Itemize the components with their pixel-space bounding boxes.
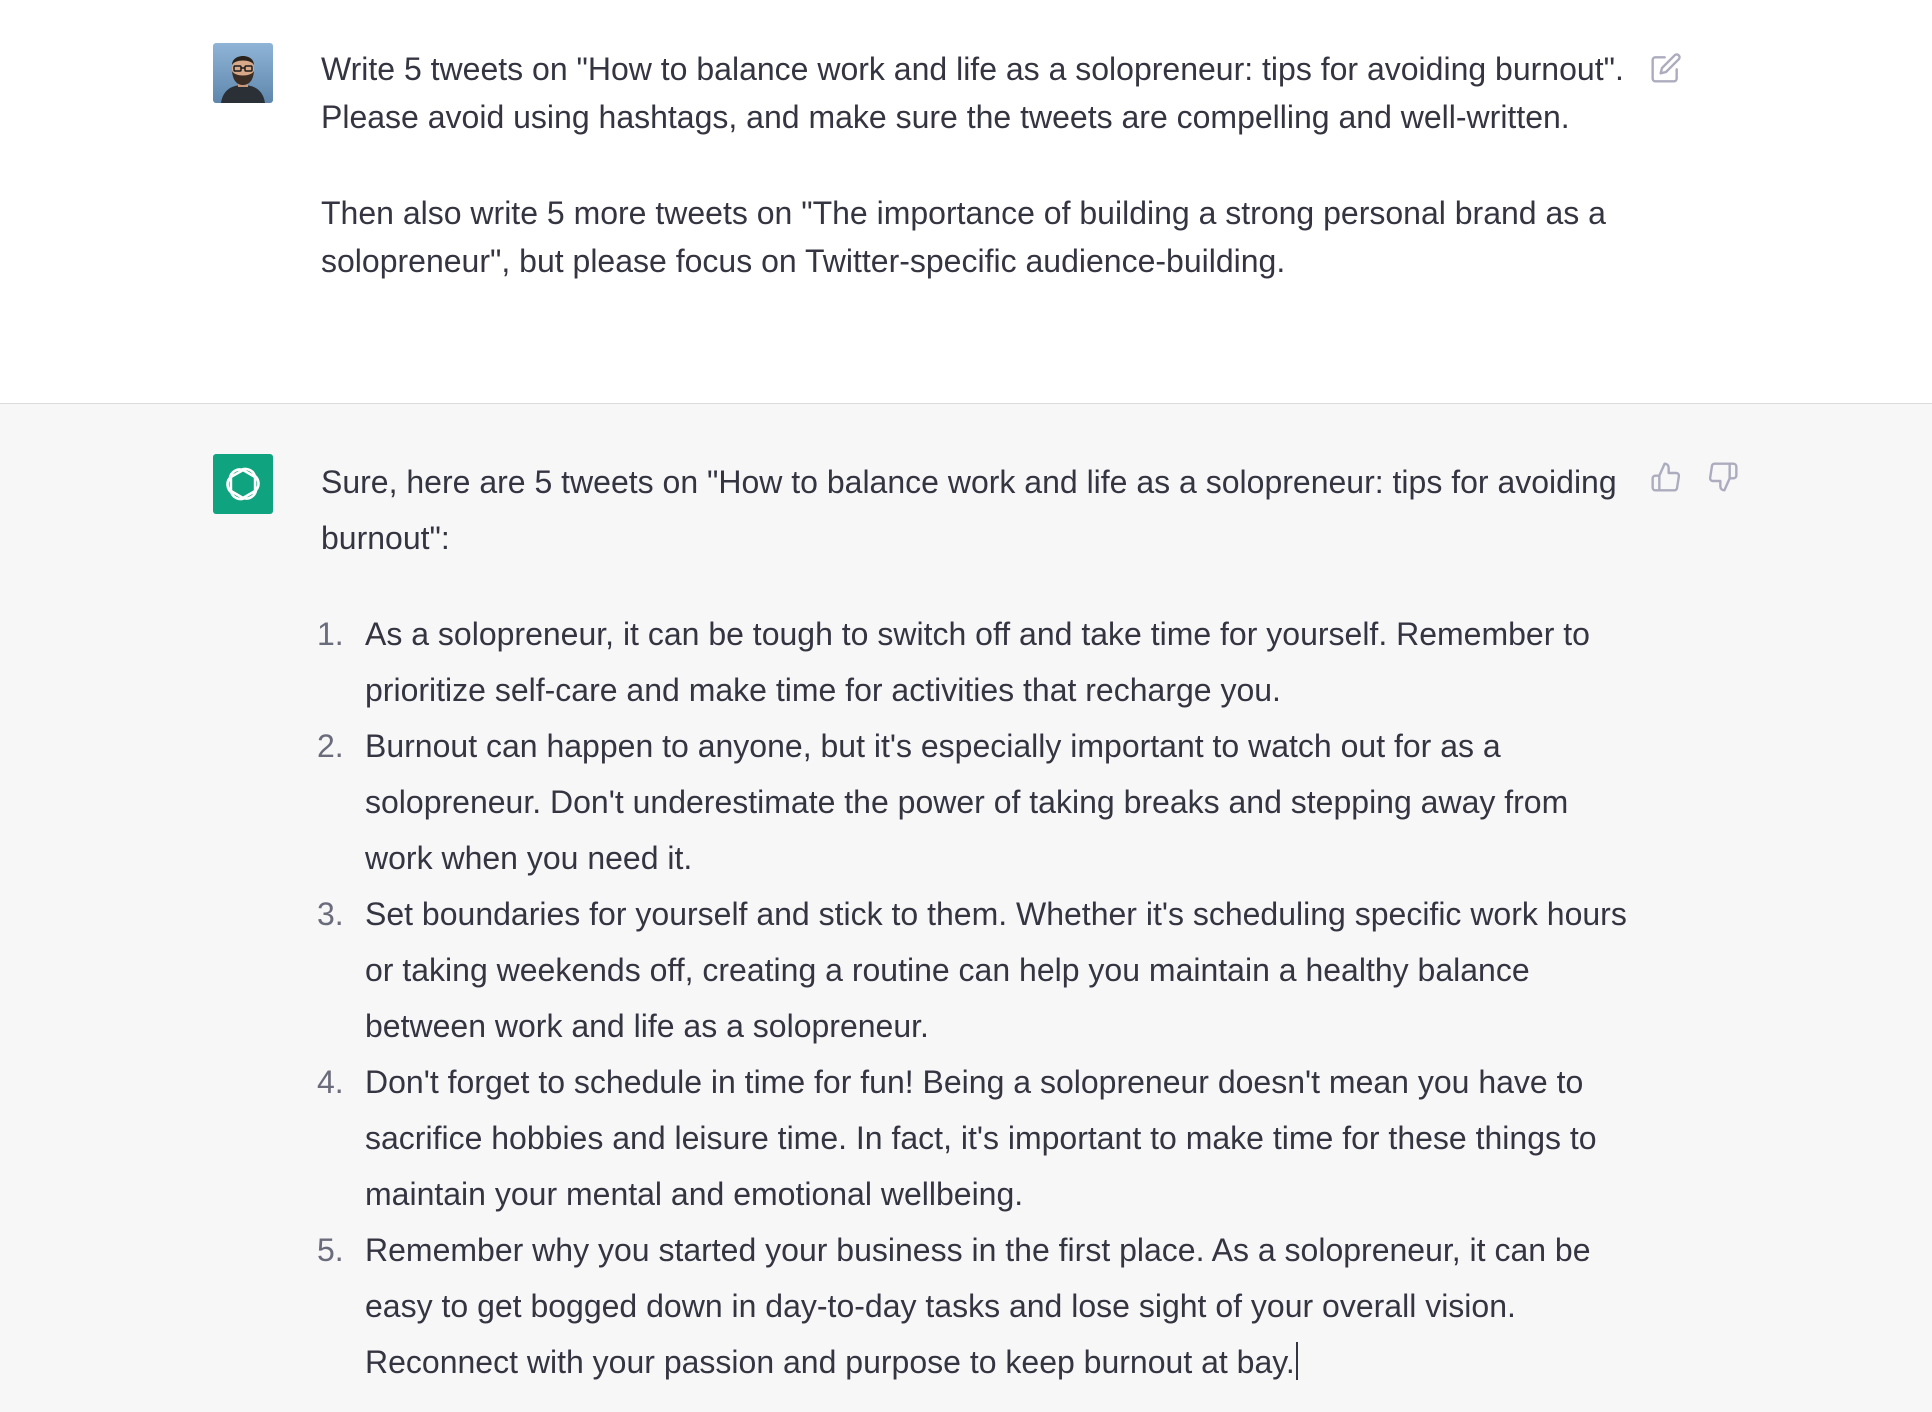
- list-item: 3. Set boundaries for yourself and stick…: [317, 886, 1631, 1054]
- list-item-number: 2.: [317, 728, 344, 764]
- list-item-number: 4.: [317, 1064, 344, 1100]
- list-item-number: 3.: [317, 896, 344, 932]
- text-cursor: [1295, 1342, 1298, 1380]
- list-item-text: Burnout can happen to anyone, but it's e…: [365, 728, 1569, 876]
- user-message-paragraph: Write 5 tweets on "How to balance work a…: [321, 51, 1624, 135]
- thumbs-up-icon: [1651, 462, 1681, 492]
- user-avatar-image: [213, 43, 273, 103]
- assistant-avatar: [213, 454, 273, 514]
- thumbs-down-button[interactable]: [1705, 459, 1741, 495]
- tweet-list: 1. As a solopreneur, it can be tough to …: [317, 606, 1631, 1390]
- edit-message-button[interactable]: [1648, 50, 1684, 86]
- list-item: 4. Don't forget to schedule in time for …: [317, 1054, 1631, 1222]
- list-item-text: Don't forget to schedule in time for fun…: [365, 1064, 1597, 1212]
- user-message-text: Write 5 tweets on "How to balance work a…: [321, 45, 1631, 285]
- edit-icon: [1651, 53, 1681, 83]
- list-item: 2. Burnout can happen to anyone, but it'…: [317, 718, 1631, 886]
- openai-logo-icon: [226, 467, 260, 501]
- list-item: 5. Remember why you started your busines…: [317, 1222, 1631, 1390]
- thumbs-down-icon: [1708, 462, 1738, 492]
- assistant-message-text: Sure, here are 5 tweets on "How to balan…: [317, 454, 1631, 1390]
- list-item: 1. As a solopreneur, it can be tough to …: [317, 606, 1631, 718]
- list-item-number: 1.: [317, 616, 344, 652]
- user-avatar: [213, 43, 273, 103]
- list-item-text: As a solopreneur, it can be tough to swi…: [365, 616, 1590, 708]
- assistant-intro: Sure, here are 5 tweets on "How to balan…: [321, 464, 1617, 556]
- list-item-text: Remember why you started your business i…: [365, 1232, 1591, 1380]
- list-item-text: Set boundaries for yourself and stick to…: [365, 896, 1627, 1044]
- thumbs-up-button[interactable]: [1648, 459, 1684, 495]
- user-message-paragraph: Then also write 5 more tweets on "The im…: [321, 195, 1606, 279]
- user-message-row: Write 5 tweets on "How to balance work a…: [0, 0, 1932, 404]
- list-item-number: 5.: [317, 1232, 344, 1268]
